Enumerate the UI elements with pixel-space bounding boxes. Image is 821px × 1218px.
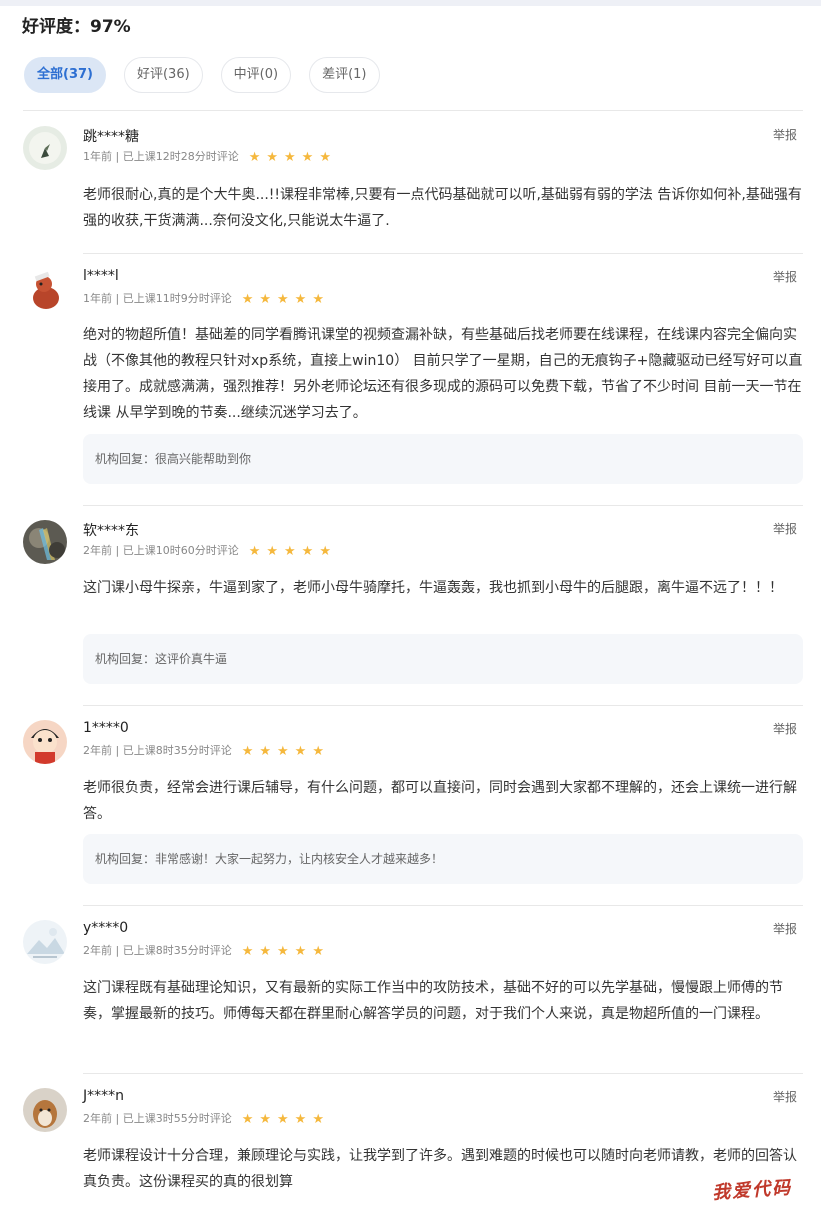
- avatar[interactable]: [23, 1088, 67, 1132]
- review-time: 2年前 | 已上课10时60分时评论: [83, 544, 239, 557]
- report-link[interactable]: 举报: [773, 1088, 797, 1105]
- report-link[interactable]: 举报: [773, 720, 797, 737]
- star-rating: ★★★★★: [241, 1112, 330, 1127]
- org-reply: 机构回复：很高兴能帮助到你: [83, 434, 803, 484]
- positive-rate-label: 好评度：: [22, 17, 90, 37]
- review-content: 这门课程既有基础理论知识，又有最新的实际工作当中的攻防技术，基础不好的可以先学基…: [83, 980, 783, 1022]
- positive-rate: 好评度：97%: [22, 12, 131, 37]
- review-item: 软****东 2年前 | 已上课10时60分时评论 ★★★★★ 举报 这门课小母牛…: [23, 520, 803, 690]
- star-rating: ★★★★★: [241, 744, 330, 759]
- divider: [83, 705, 803, 706]
- divider: [83, 905, 803, 906]
- org-reply: 机构回复：非常感谢！大家一起努力，让内核安全人才越来越多！: [83, 834, 803, 884]
- review-meta: 1年前 | 已上课12时28分时评论 ★★★★★: [83, 148, 337, 165]
- divider: [23, 110, 803, 111]
- review-meta: 2年前 | 已上课10时60分时评论 ★★★★★: [83, 542, 337, 559]
- avatar[interactable]: [23, 268, 67, 312]
- username: l****l: [83, 268, 119, 284]
- report-link[interactable]: 举报: [773, 520, 797, 537]
- filter-tabs: 全部(37) 好评(36) 中评(0) 差评(1): [24, 57, 398, 93]
- tab-negative[interactable]: 差评(1): [309, 57, 380, 93]
- top-bar: [0, 0, 821, 6]
- star-rating: ★★★★★: [248, 544, 337, 559]
- review-time: 2年前 | 已上课8时35分时评论: [83, 744, 232, 757]
- review-meta: 2年前 | 已上课8时35分时评论 ★★★★★: [83, 742, 330, 759]
- avatar[interactable]: [23, 920, 67, 964]
- review-content: 这门课小母牛探亲，牛逼到家了，老师小母牛骑摩托，牛逼轰轰，我也抓到小母牛的后腿跟…: [83, 580, 783, 596]
- review-content: 老师很耐心,真的是个大牛奥...!!课程非常棒,只要有一点代码基础就可以听,基础…: [83, 187, 802, 229]
- review-time: 1年前 | 已上课12时28分时评论: [83, 150, 239, 163]
- review-time: 2年前 | 已上课8时35分时评论: [83, 944, 232, 957]
- review-meta: 2年前 | 已上课3时55分时评论 ★★★★★: [83, 1110, 330, 1127]
- review-item: l****l 1年前 | 已上课11时9分时评论 ★★★★★ 举报 绝对的物超所值…: [23, 268, 803, 488]
- divider: [83, 505, 803, 506]
- org-reply: 机构回复：这评价真牛逼: [83, 634, 803, 684]
- review-time: 2年前 | 已上课3时55分时评论: [83, 1112, 232, 1125]
- positive-rate-value: 97%: [90, 17, 131, 37]
- username: y****0: [83, 920, 129, 936]
- review-meta: 2年前 | 已上课8时35分时评论 ★★★★★: [83, 942, 330, 959]
- username: 软****东: [83, 523, 139, 539]
- avatar[interactable]: [23, 126, 67, 170]
- username: J****n: [83, 1088, 125, 1104]
- divider: [83, 1073, 803, 1074]
- report-link[interactable]: 举报: [773, 126, 797, 143]
- review-content: 老师课程设计十分合理，兼顾理论与实践，让我学到了许多。遇到难题的时候也可以随时向…: [83, 1148, 797, 1190]
- review-item: J****n 2年前 | 已上课3时55分时评论 ★★★★★ 举报 老师课程设计十…: [23, 1088, 803, 1208]
- star-rating: ★★★★★: [248, 150, 337, 165]
- divider: [83, 253, 803, 254]
- report-link[interactable]: 举报: [773, 920, 797, 937]
- username: 1****0: [83, 720, 129, 736]
- avatar[interactable]: [23, 720, 67, 764]
- review-meta: 1年前 | 已上课11时9分时评论 ★★★★★: [83, 290, 330, 307]
- avatar[interactable]: [23, 520, 67, 564]
- report-link[interactable]: 举报: [773, 268, 797, 285]
- tab-all[interactable]: 全部(37): [24, 57, 106, 93]
- tab-positive[interactable]: 好评(36): [123, 57, 203, 93]
- username: 跳****糖: [83, 129, 139, 145]
- tab-neutral[interactable]: 中评(0): [220, 57, 292, 93]
- review-content: 老师很负责，经常会进行课后辅导，有什么问题，都可以直接问，同时会遇到大家都不理解…: [83, 780, 797, 822]
- review-item: 1****0 2年前 | 已上课8时35分时评论 ★★★★★ 举报 老师很负责，经…: [23, 720, 803, 890]
- review-content: 绝对的物超所值！基础差的同学看腾讯课堂的视频查漏补缺，有些基础后找老师要在线课程…: [83, 327, 803, 421]
- star-rating: ★★★★★: [241, 292, 330, 307]
- review-item: 跳****糖 1年前 | 已上课12时28分时评论 ★★★★★ 举报 老师很耐心,…: [23, 126, 803, 236]
- watermark: 我爱代码: [711, 1177, 793, 1204]
- review-item: y****0 2年前 | 已上课8时35分时评论 ★★★★★ 举报 这门课程既有基…: [23, 920, 803, 1060]
- star-rating: ★★★★★: [241, 944, 330, 959]
- review-time: 1年前 | 已上课11时9分时评论: [83, 292, 232, 305]
